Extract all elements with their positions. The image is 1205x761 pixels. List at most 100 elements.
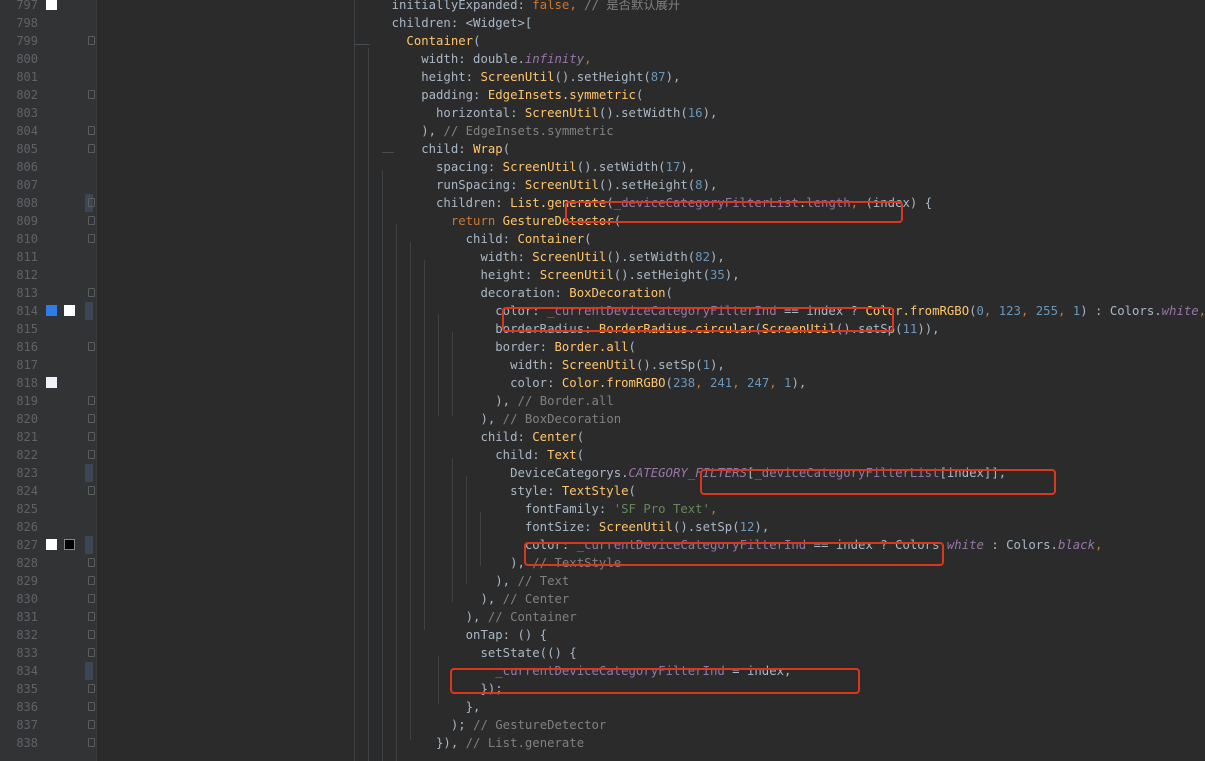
line-number: 806: [16, 160, 38, 174]
fold-toggle-icon[interactable]: [88, 144, 95, 153]
code-token: (: [584, 232, 592, 246]
code-line[interactable]: horizontal: ScreenUtil().setWidth(16),: [96, 104, 1205, 122]
gutter-row: 833: [0, 644, 96, 662]
code-line[interactable]: height: ScreenUtil().setHeight(35),: [96, 266, 1205, 284]
code-line[interactable]: width: ScreenUtil().setWidth(82),: [96, 248, 1205, 266]
code-token: horizontal:: [362, 106, 525, 120]
code-token: // Container: [487, 610, 577, 624]
fold-toggle-icon[interactable]: [88, 630, 95, 639]
code-line[interactable]: width: double.infinity,: [96, 50, 1205, 68]
fold-toggle-icon[interactable]: [88, 234, 95, 243]
line-number: 824: [16, 484, 38, 498]
color-swatch-icon[interactable]: [64, 539, 75, 550]
fold-toggle-icon[interactable]: [88, 720, 95, 729]
code-line[interactable]: height: ScreenUtil().setHeight(87),: [96, 68, 1205, 86]
line-number: 822: [16, 448, 38, 462]
code-line[interactable]: children: <Widget>[: [96, 14, 1205, 32]
code-line[interactable]: ), // EdgeInsets.symmetric: [96, 122, 1205, 140]
code-line[interactable]: runSpacing: ScreenUtil().setHeight(8),: [96, 176, 1205, 194]
code-line[interactable]: child: Center(: [96, 428, 1205, 446]
color-swatch-icon[interactable]: [46, 377, 57, 388]
color-swatch-icon[interactable]: [64, 305, 75, 316]
line-number-gutter[interactable]: 797 798 799 800 801 802 803 804 805 806 807 808 809 8…: [0, 0, 97, 761]
gutter-row: 829: [0, 572, 96, 590]
gutter-row: 834: [0, 662, 96, 680]
indent-guide: [368, 48, 369, 761]
code-line[interactable]: ), // Border.all: [96, 392, 1205, 410]
fold-toggle-icon[interactable]: [88, 342, 95, 351]
code-line[interactable]: ), // Center: [96, 590, 1205, 608]
code-token: ),: [362, 412, 503, 426]
indent-guide: [354, 44, 370, 45]
code-token: ,: [769, 376, 785, 390]
gutter-row: 812: [0, 266, 96, 284]
fold-toggle-icon[interactable]: [88, 648, 95, 657]
fold-toggle-icon[interactable]: [88, 90, 95, 99]
code-line[interactable]: Container(: [96, 32, 1205, 50]
fold-toggle-icon[interactable]: [88, 126, 95, 135]
line-number: 820: [16, 412, 38, 426]
code-token: ,: [983, 304, 999, 318]
code-line[interactable]: onTap: () {: [96, 626, 1205, 644]
code-line[interactable]: ), // BoxDecoration: [96, 410, 1205, 428]
fold-toggle-icon[interactable]: [88, 702, 95, 711]
code-token: (: [635, 88, 644, 102]
color-swatch-icon[interactable]: [46, 539, 57, 550]
fold-toggle-icon[interactable]: [88, 216, 95, 225]
fold-toggle-icon[interactable]: [88, 684, 95, 693]
code-line[interactable]: initiallyExpanded: false, // 是否默认展开: [96, 0, 1205, 14]
line-number: 809: [16, 214, 38, 228]
code-line[interactable]: }), // List.generate: [96, 734, 1205, 752]
code-line[interactable]: ); // GestureDetector: [96, 716, 1205, 734]
fold-toggle-icon[interactable]: [88, 450, 95, 459]
code-token: ,: [1057, 304, 1073, 318]
code-token: width: double.: [362, 52, 525, 66]
code-line[interactable]: padding: EdgeInsets.symmetric(: [96, 86, 1205, 104]
fold-toggle-icon[interactable]: [88, 612, 95, 621]
code-line[interactable]: child: Container(: [96, 230, 1205, 248]
code-line[interactable]: spacing: ScreenUtil().setWidth(17),: [96, 158, 1205, 176]
line-number: 807: [16, 178, 38, 192]
code-area[interactable]: initiallyExpanded: false, // 是否默认展开 chil…: [96, 0, 1205, 761]
fold-toggle-icon[interactable]: [88, 558, 95, 567]
fold-toggle-icon[interactable]: [88, 198, 95, 207]
fold-toggle-icon[interactable]: [88, 594, 95, 603]
line-number: 838: [16, 736, 38, 750]
code-line[interactable]: width: ScreenUtil().setSp(1),: [96, 356, 1205, 374]
code-token: 241: [709, 376, 733, 390]
code-token: black: [1057, 538, 1095, 552]
code-token: 255: [1035, 304, 1058, 318]
code-line[interactable]: fontFamily: 'SF Pro Text',: [96, 500, 1205, 518]
code-line[interactable]: setState(() {: [96, 644, 1205, 662]
color-swatch-icon[interactable]: [46, 305, 57, 316]
fold-toggle-icon[interactable]: [88, 738, 95, 747]
code-line[interactable]: ), // Text: [96, 572, 1205, 590]
fold-toggle-icon[interactable]: [88, 432, 95, 441]
code-line[interactable]: color: Color.fromRGBO(238, 241, 247, 1),: [96, 374, 1205, 392]
code-line[interactable]: border: Border.all(: [96, 338, 1205, 356]
fold-toggle-icon[interactable]: [88, 288, 95, 297]
gutter-row: 832: [0, 626, 96, 644]
code-line[interactable]: decoration: BoxDecoration(: [96, 284, 1205, 302]
fold-toggle-icon[interactable]: [88, 576, 95, 585]
code-token: ),: [362, 394, 518, 408]
indent-guide: [452, 332, 453, 416]
code-token: );: [362, 718, 474, 732]
gutter-row: 838: [0, 734, 96, 752]
code-line[interactable]: },: [96, 698, 1205, 716]
color-swatch-icon[interactable]: [46, 0, 57, 10]
code-token: fontFamily:: [362, 502, 614, 516]
code-line[interactable]: fontSize: ScreenUtil().setSp(12),: [96, 518, 1205, 536]
fold-toggle-icon[interactable]: [88, 36, 95, 45]
gutter-row: 830: [0, 590, 96, 608]
code-editor[interactable]: 797 798 799 800 801 802 803 804 805 806 807 808 809 8…: [0, 0, 1205, 761]
code-line[interactable]: child: Wrap(: [96, 140, 1205, 158]
code-token: return: [450, 214, 503, 228]
fold-toggle-icon[interactable]: [88, 486, 95, 495]
fold-toggle-icon[interactable]: [88, 396, 95, 405]
code-line[interactable]: ), // Container: [96, 608, 1205, 626]
code-token: (: [576, 430, 585, 444]
gutter-row: 801: [0, 68, 96, 86]
code-line[interactable]: child: Text(: [96, 446, 1205, 464]
fold-toggle-icon[interactable]: [88, 414, 95, 423]
